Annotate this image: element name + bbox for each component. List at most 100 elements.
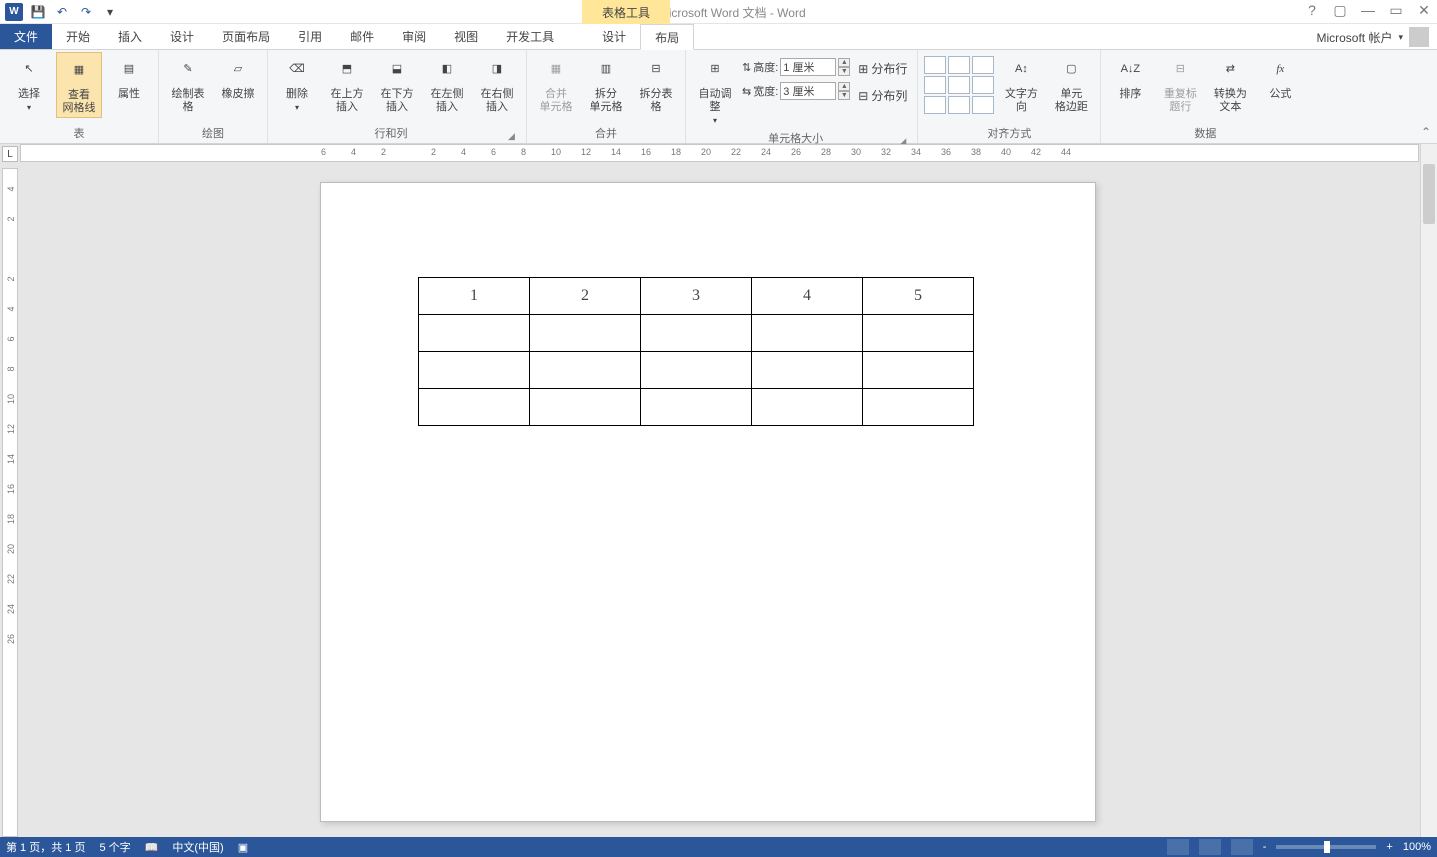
save-icon[interactable]: 💾: [28, 2, 48, 22]
table-cell[interactable]: [419, 352, 530, 389]
width-spinner[interactable]: ▲▼: [838, 82, 850, 100]
horizontal-ruler[interactable]: 6422468101214161820222426283032343638404…: [20, 144, 1419, 162]
redo-icon[interactable]: ↷: [76, 2, 96, 22]
zoom-out-button[interactable]: -: [1263, 841, 1267, 853]
table-cell[interactable]: 4: [752, 278, 863, 315]
properties-button[interactable]: ▤属性: [106, 52, 152, 103]
eraser-button[interactable]: ▱橡皮擦: [215, 52, 261, 103]
document-area[interactable]: 12345: [20, 166, 1419, 837]
align-ml[interactable]: [924, 76, 946, 94]
align-mc[interactable]: [948, 76, 970, 94]
tab-developer[interactable]: 开发工具: [492, 24, 568, 49]
table-cell[interactable]: [863, 389, 974, 426]
height-input[interactable]: 1 厘米: [780, 58, 836, 76]
view-print-button[interactable]: [1199, 839, 1221, 855]
table-cell[interactable]: 5: [863, 278, 974, 315]
status-macro-icon[interactable]: ▣: [238, 841, 248, 854]
table-cell[interactable]: [530, 389, 641, 426]
text-direction-button[interactable]: A↕文字方向: [998, 52, 1044, 116]
distribute-cols-button[interactable]: ⊟分布列: [854, 85, 911, 106]
tab-file[interactable]: 文件: [0, 24, 52, 49]
align-bc[interactable]: [948, 96, 970, 114]
align-br[interactable]: [972, 96, 994, 114]
align-mr[interactable]: [972, 76, 994, 94]
close-button[interactable]: ✕: [1415, 2, 1433, 19]
status-words[interactable]: 5 个字: [99, 839, 130, 855]
undo-icon[interactable]: ↶: [52, 2, 72, 22]
tab-table-layout[interactable]: 布局: [640, 24, 694, 50]
word-table[interactable]: 12345: [418, 277, 974, 426]
help-button[interactable]: ?: [1303, 2, 1321, 19]
split-cells-icon: ▥: [590, 54, 622, 86]
align-tc[interactable]: [948, 56, 970, 74]
autofit-button[interactable]: ⊞自动调整▾: [692, 52, 738, 128]
view-web-button[interactable]: [1231, 839, 1253, 855]
split-table-button[interactable]: ⊟拆分表格: [633, 52, 679, 116]
cell-margins-button[interactable]: ▢单元 格边距: [1048, 52, 1094, 116]
table-cell[interactable]: [863, 352, 974, 389]
tab-page-layout[interactable]: 页面布局: [208, 24, 284, 49]
select-button[interactable]: ↖选择▾: [6, 52, 52, 115]
collapse-ribbon-icon[interactable]: ⌃: [1421, 125, 1431, 139]
table-cell[interactable]: [641, 352, 752, 389]
tab-home[interactable]: 开始: [52, 24, 104, 49]
table-cell[interactable]: [752, 315, 863, 352]
tab-table-design[interactable]: 设计: [588, 24, 640, 49]
status-page[interactable]: 第 1 页，共 1 页: [6, 839, 85, 855]
vertical-scrollbar[interactable]: [1420, 144, 1437, 837]
table-cell[interactable]: [530, 352, 641, 389]
table-cell[interactable]: [419, 389, 530, 426]
tab-review[interactable]: 审阅: [388, 24, 440, 49]
table-cell[interactable]: [641, 389, 752, 426]
tab-view[interactable]: 视图: [440, 24, 492, 49]
avatar-icon: [1409, 27, 1429, 47]
table-cell[interactable]: [419, 315, 530, 352]
draw-table-button[interactable]: ✎绘制表格: [165, 52, 211, 116]
delete-button[interactable]: ⌫删除▾: [274, 52, 320, 115]
split-cells-button[interactable]: ▥拆分 单元格: [583, 52, 629, 116]
table-cell[interactable]: [752, 389, 863, 426]
sort-button[interactable]: A↓Z排序: [1107, 52, 1153, 103]
minimize-button[interactable]: —: [1359, 2, 1377, 19]
table-cell[interactable]: [530, 315, 641, 352]
height-spinner[interactable]: ▲▼: [838, 58, 850, 76]
formula-button[interactable]: fx公式: [1257, 52, 1303, 103]
qat-customize-icon[interactable]: ▾: [100, 2, 120, 22]
view-gridlines-button[interactable]: ▦查看 网格线: [56, 52, 102, 118]
align-tl[interactable]: [924, 56, 946, 74]
vertical-ruler[interactable]: 422468101214161820222426: [2, 168, 18, 837]
tab-references[interactable]: 引用: [284, 24, 336, 49]
status-language[interactable]: 中文(中国): [172, 839, 223, 855]
maximize-button[interactable]: ▭: [1387, 2, 1405, 19]
table-cell[interactable]: 3: [641, 278, 752, 315]
tab-insert[interactable]: 插入: [104, 24, 156, 49]
tab-mailings[interactable]: 邮件: [336, 24, 388, 49]
ribbon-opts-button[interactable]: ▢: [1331, 2, 1349, 19]
group-label-align: 对齐方式: [924, 123, 1094, 143]
distribute-rows-button[interactable]: ⊞分布行: [854, 58, 911, 79]
table-cell[interactable]: 2: [530, 278, 641, 315]
align-bl[interactable]: [924, 96, 946, 114]
zoom-slider[interactable]: [1276, 845, 1376, 849]
zoom-level[interactable]: 100%: [1403, 841, 1431, 853]
tab-design[interactable]: 设计: [156, 24, 208, 49]
zoom-in-button[interactable]: +: [1386, 841, 1392, 853]
quick-access-toolbar: W 💾 ↶ ↷ ▾: [0, 2, 120, 22]
table-cell[interactable]: [863, 315, 974, 352]
tab-selector[interactable]: L: [2, 146, 18, 162]
status-proof-icon[interactable]: 📖: [145, 841, 159, 854]
insert-left-button[interactable]: ◧在左侧插入: [424, 52, 470, 116]
insert-right-button[interactable]: ◨在右侧插入: [474, 52, 520, 116]
table-cell[interactable]: [752, 352, 863, 389]
table-cell[interactable]: [641, 315, 752, 352]
rowscols-dialog-launcher[interactable]: ◢: [508, 131, 518, 141]
insert-below-button[interactable]: ⬓在下方插入: [374, 52, 420, 116]
align-tr[interactable]: [972, 56, 994, 74]
convert-text-button[interactable]: ⇄转换为文本: [1207, 52, 1253, 116]
account-area[interactable]: Microsoft 帐户 ▾: [1316, 27, 1429, 47]
insert-above-button[interactable]: ⬒在上方插入: [324, 52, 370, 116]
scroll-thumb[interactable]: [1423, 164, 1435, 224]
width-input[interactable]: 3 厘米: [780, 82, 836, 100]
view-read-button[interactable]: [1167, 839, 1189, 855]
table-cell[interactable]: 1: [419, 278, 530, 315]
